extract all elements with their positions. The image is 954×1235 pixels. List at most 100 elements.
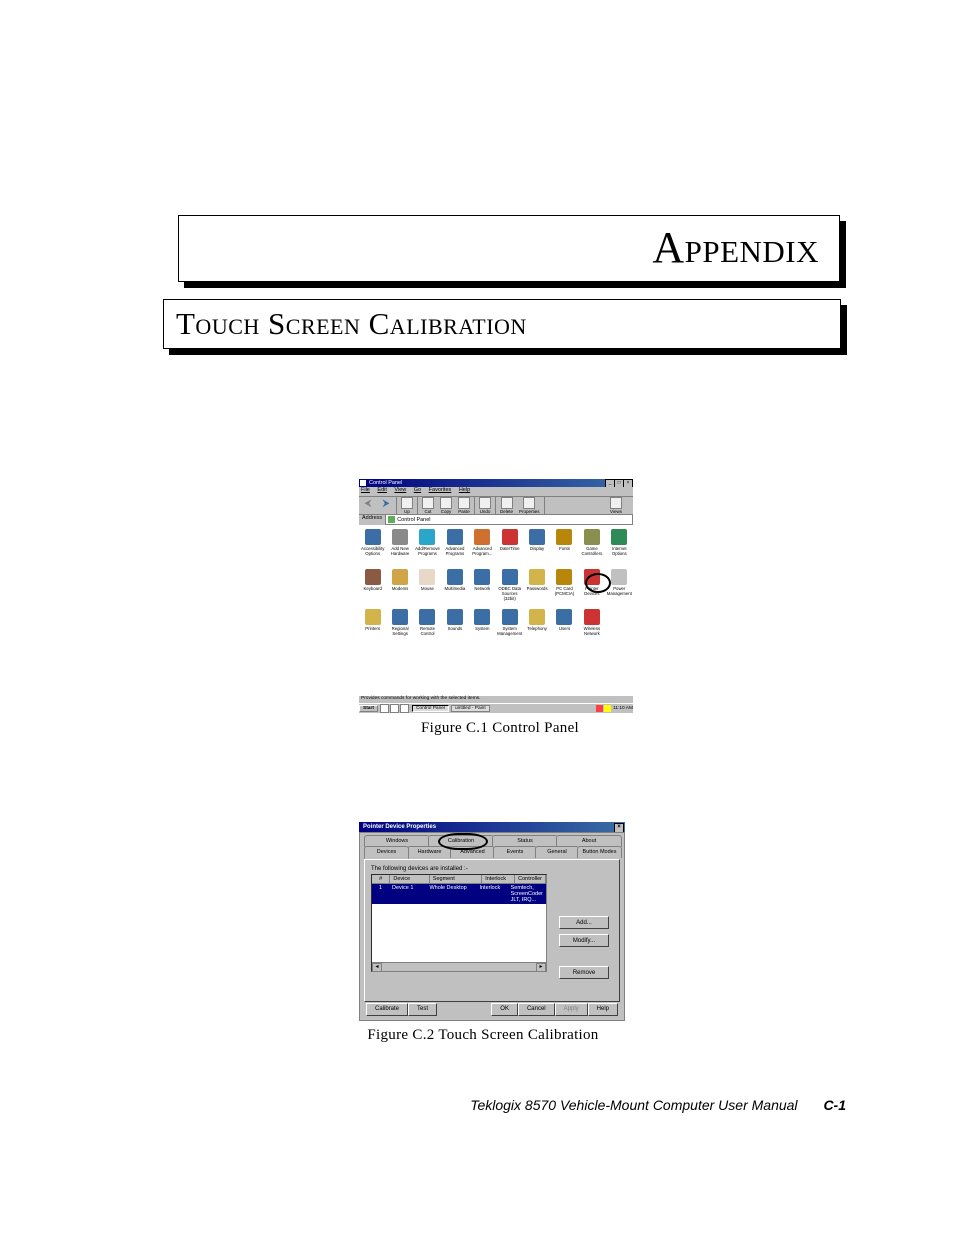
footer-text: Teklogix 8570 Vehicle-Mount Computer Use… <box>470 1097 797 1113</box>
control-panel-item-label: Fonts <box>551 546 578 551</box>
control-panel-item-icon <box>474 569 490 585</box>
client-area: Accessibility OptionsAdd New HardwareAdd… <box>359 525 633 696</box>
remove-button[interactable]: Remove <box>559 966 609 979</box>
tab-events[interactable]: Events <box>493 846 537 858</box>
col-interlock[interactable]: Interlock <box>482 875 515 883</box>
control-panel-item-label: Advanced Programs <box>441 546 468 556</box>
apply-button[interactable]: Apply <box>555 1003 588 1016</box>
control-panel-item-icon <box>611 529 627 545</box>
control-panel-item[interactable]: Display <box>523 525 550 565</box>
control-panel-item[interactable]: Printers <box>359 605 386 645</box>
control-panel-item[interactable]: Date/Time <box>496 525 523 565</box>
control-panel-item[interactable]: Add/Remove Programs <box>414 525 441 565</box>
calibrate-button[interactable]: Calibrate <box>366 1003 408 1016</box>
views-button[interactable]: Views <box>607 496 625 514</box>
paste-button[interactable]: Paste <box>455 496 473 514</box>
copy-button[interactable]: Copy <box>437 496 455 514</box>
col-controller[interactable]: Controller <box>515 875 546 883</box>
taskbar: Start Control Panel untitled - Paint 11:… <box>359 703 633 713</box>
dialog-titlebar[interactable]: Pointer Device Properties × <box>359 822 625 832</box>
control-panel-item[interactable]: Network <box>469 565 496 605</box>
nav-forward-button[interactable]: ⮞ <box>377 496 395 512</box>
modify-button[interactable]: Modify... <box>559 934 609 947</box>
ql-ie-icon[interactable] <box>380 704 389 713</box>
tray-icon-1[interactable] <box>596 705 603 712</box>
control-panel-item-label: Wireless Network <box>578 626 605 636</box>
control-panel-item-icon <box>529 569 545 585</box>
menu-file[interactable]: File <box>361 487 370 493</box>
undo-button[interactable]: Undo <box>476 496 494 514</box>
taskbar-task-control-panel[interactable]: Control Panel <box>412 705 449 712</box>
control-panel-item[interactable]: Passwords <box>523 565 550 605</box>
control-panel-item[interactable]: PC Card (PCMCIA) <box>551 565 578 605</box>
col-device[interactable]: Device <box>390 875 429 883</box>
control-panel-item[interactable]: Sounds <box>441 605 468 645</box>
devices-tabpanel: The following devices are installed :- #… <box>364 859 620 1002</box>
devices-list-row[interactable]: 1 Device 1 Whole Desktop Interlock Semte… <box>372 884 546 904</box>
control-panel-item[interactable]: Advanced Program... <box>469 525 496 565</box>
properties-button[interactable]: Properties <box>516 496 543 514</box>
ok-button[interactable]: OK <box>491 1003 518 1016</box>
add-button[interactable]: Add... <box>559 916 609 929</box>
control-panel-item-label: Add/Remove Programs <box>414 546 441 556</box>
menu-edit[interactable]: Edit <box>377 487 386 493</box>
control-panel-item[interactable]: Modems <box>386 565 413 605</box>
up-button[interactable]: Up <box>398 496 416 514</box>
page-footer: Teklogix 8570 Vehicle-Mount Computer Use… <box>0 1097 846 1113</box>
tray-icon-2[interactable] <box>604 705 611 712</box>
col-index[interactable]: # <box>372 875 390 883</box>
menu-go[interactable]: Go <box>414 487 421 493</box>
system-menu-icon[interactable] <box>360 480 366 486</box>
start-button[interactable]: Start <box>359 705 378 712</box>
nav-back-button[interactable]: ⮜ <box>359 496 377 512</box>
control-panel-item[interactable]: Fonts <box>551 525 578 565</box>
installed-devices-label: The following devices are installed :- <box>371 866 619 872</box>
control-panel-item[interactable]: Users <box>551 605 578 645</box>
tab-button-modes[interactable]: Button Modes <box>577 846 622 858</box>
ql-outlook-icon[interactable] <box>390 704 399 713</box>
control-panel-item[interactable]: Multimedia <box>441 565 468 605</box>
tab-general[interactable]: General <box>535 846 579 858</box>
menu-view[interactable]: View <box>394 487 406 493</box>
dialog-title: Pointer Device Properties <box>363 824 436 830</box>
help-button[interactable]: Help <box>588 1003 618 1016</box>
cut-button[interactable]: Cut <box>419 496 437 514</box>
control-panel-item[interactable]: Internet Options <box>606 525 633 565</box>
control-panel-item-label: Modems <box>386 586 413 591</box>
ql-desktop-icon[interactable] <box>400 704 409 713</box>
control-panel-item[interactable]: Accessibility Options <box>359 525 386 565</box>
page-number: C-1 <box>823 1097 846 1113</box>
col-segment[interactable]: Segment <box>430 875 482 883</box>
control-panel-item[interactable]: System Management <box>496 605 523 645</box>
control-panel-item[interactable]: Add New Hardware <box>386 525 413 565</box>
cancel-button[interactable]: Cancel <box>518 1003 555 1016</box>
control-panel-item[interactable]: Keyboard <box>359 565 386 605</box>
control-panel-item[interactable]: Telephony <box>523 605 550 645</box>
control-panel-item[interactable]: System <box>469 605 496 645</box>
control-panel-item-label: System Management <box>496 626 523 636</box>
tab-devices[interactable]: Devices <box>364 846 409 859</box>
delete-button[interactable]: Delete <box>497 496 516 514</box>
menu-favorites[interactable]: Favorites <box>429 487 452 493</box>
control-panel-item[interactable]: Advanced Programs <box>441 525 468 565</box>
quick-launch <box>380 704 410 713</box>
devices-list[interactable]: # Device Segment Interlock Controller 1 … <box>371 874 547 972</box>
control-panel-item[interactable]: ODBC Data Sources (32bit) <box>496 565 523 605</box>
control-panel-item[interactable]: Remote Control <box>414 605 441 645</box>
address-field[interactable]: Control Panel <box>385 514 633 525</box>
control-panel-item[interactable]: Mouse <box>414 565 441 605</box>
taskbar-task-paint[interactable]: untitled - Paint <box>451 705 490 712</box>
control-panel-item-label: System <box>469 626 496 631</box>
control-panel-item[interactable]: Game Controllers <box>578 525 605 565</box>
test-button[interactable]: Test <box>408 1003 437 1016</box>
figure-2-caption: Figure C.2 Touch Screen Calibration <box>343 1027 623 1044</box>
window-titlebar[interactable]: Control Panel _ □ × <box>359 479 633 487</box>
control-panel-item[interactable]: Regional Settings <box>386 605 413 645</box>
scroll-right-icon[interactable]: ▸ <box>536 963 546 972</box>
menu-help[interactable]: Help <box>459 487 470 493</box>
clock[interactable]: 11:10 AM <box>613 706 633 711</box>
horizontal-scrollbar[interactable]: ◂ ▸ <box>372 962 546 971</box>
control-panel-item-label: Network <box>469 586 496 591</box>
control-panel-item[interactable]: Wireless Network <box>578 605 605 645</box>
scroll-left-icon[interactable]: ◂ <box>372 963 382 972</box>
